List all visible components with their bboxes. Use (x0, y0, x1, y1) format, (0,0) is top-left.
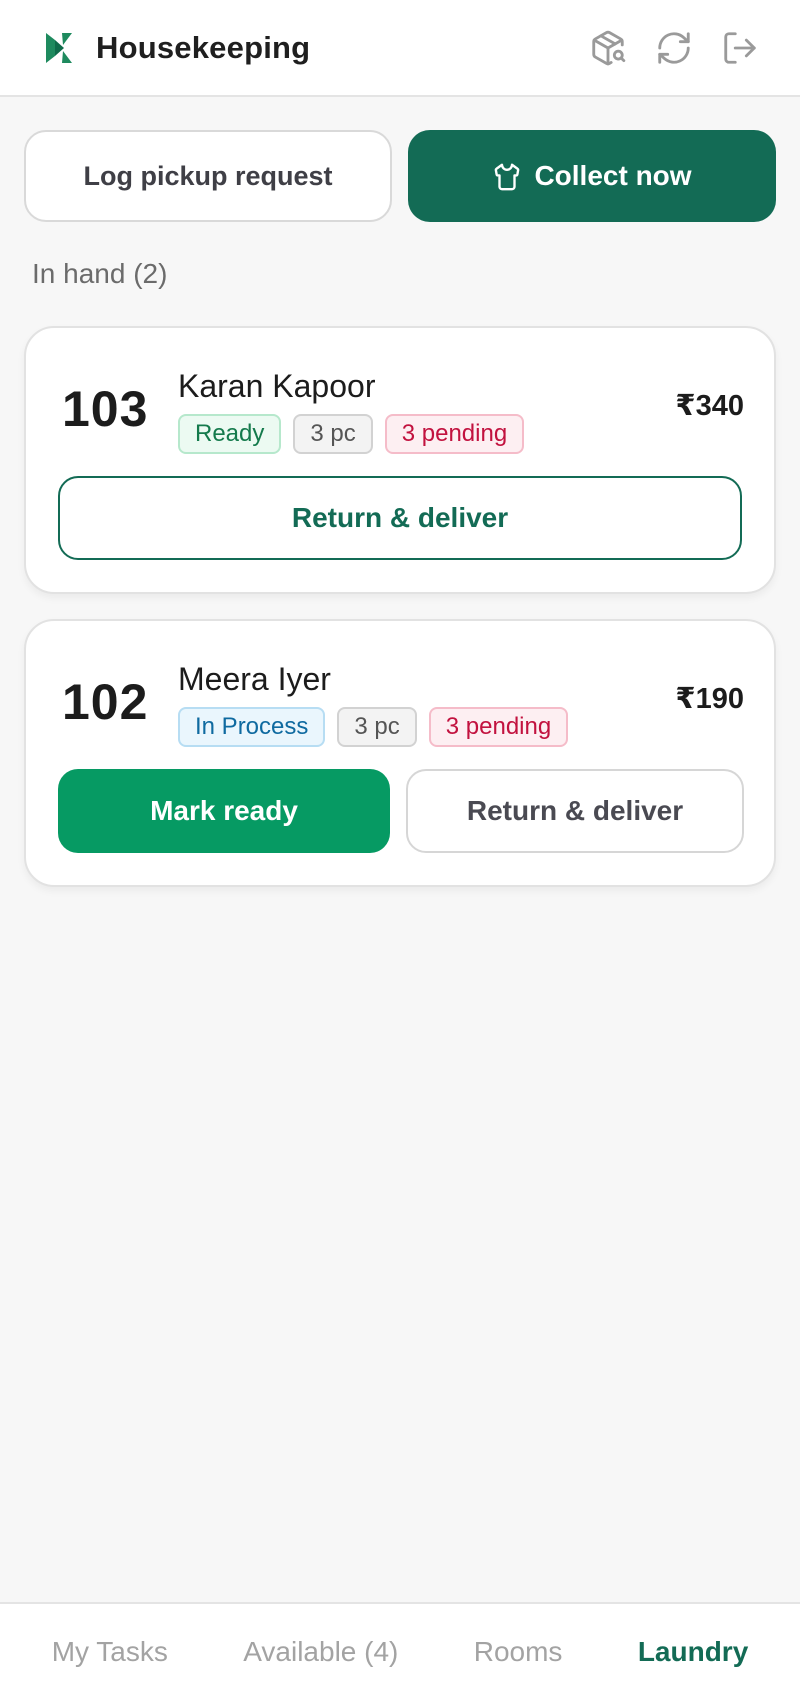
app-header: Housekeeping (0, 0, 800, 97)
mark-ready-label: Mark ready (150, 795, 298, 826)
nav-tab-laundry[interactable]: Laundry (632, 1626, 754, 1678)
log-pickup-request-label: Log pickup request (83, 160, 333, 191)
price: ₹190 (675, 683, 744, 715)
refresh-icon[interactable] (654, 28, 694, 68)
guest-name: Karan Kapoor (178, 368, 376, 404)
status-badge: Ready (178, 414, 282, 454)
badge-row: In Process 3 pc 3 pending (178, 707, 569, 747)
card-actions: Mark ready Return & deliver (58, 769, 744, 853)
header-actions (588, 28, 760, 68)
return-deliver-label: Return & deliver (466, 795, 684, 826)
logout-icon[interactable] (720, 28, 760, 68)
laundry-card: 102 Meera Iyer In Process 3 pc 3 pending… (24, 619, 776, 887)
status-badge: In Process (178, 707, 326, 747)
pending-badge: 3 pending (384, 414, 525, 454)
bottom-nav: My Tasks Available (4) Rooms Laundry (0, 1602, 800, 1700)
in-hand-heading: In hand (2) (32, 258, 168, 289)
app-root: Housekeeping Log pickup request Collect … (0, 0, 800, 1700)
return-deliver-button[interactable]: Return & deliver (406, 769, 744, 853)
logo-icon (42, 30, 78, 66)
room-number: 103 (62, 381, 149, 437)
price: ₹340 (675, 390, 744, 422)
pieces-badge: 3 pc (293, 414, 373, 454)
pending-badge: 3 pending (428, 707, 569, 747)
nav-tab-my-tasks[interactable]: My Tasks (46, 1626, 174, 1678)
log-pickup-request-button[interactable]: Log pickup request (24, 130, 392, 222)
collect-now-button[interactable]: Collect now (408, 130, 776, 222)
laundry-card: 103 Karan Kapoor Ready 3 pc 3 pending ₹3… (24, 326, 776, 594)
package-search-icon[interactable] (588, 28, 628, 68)
mark-ready-button[interactable]: Mark ready (58, 769, 390, 853)
room-number: 102 (62, 674, 149, 730)
badge-row: Ready 3 pc 3 pending (178, 414, 525, 454)
app-title: Housekeeping (96, 29, 311, 65)
shirt-icon (492, 161, 522, 191)
return-deliver-button[interactable]: Return & deliver (58, 476, 742, 560)
nav-tab-rooms[interactable]: Rooms (468, 1626, 569, 1678)
return-deliver-label: Return & deliver (291, 502, 509, 533)
nav-tab-available[interactable]: Available (4) (237, 1626, 404, 1678)
top-actions: Log pickup request Collect now (24, 130, 776, 222)
collect-now-label: Collect now (534, 160, 692, 191)
guest-name: Meera Iyer (178, 661, 331, 697)
pieces-badge: 3 pc (337, 707, 417, 747)
